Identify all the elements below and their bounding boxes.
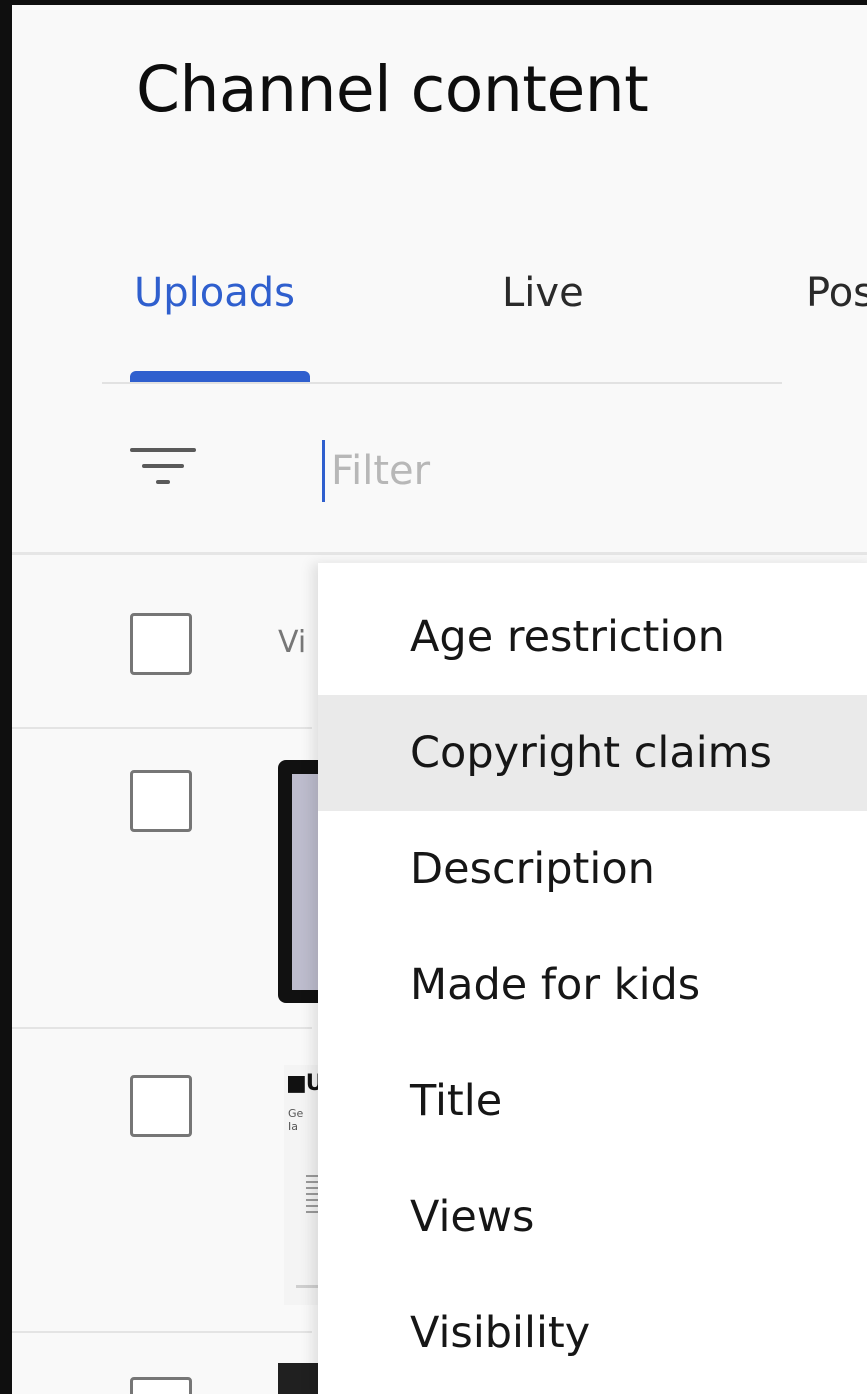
tab-live[interactable]: Live: [502, 270, 584, 316]
row-checkbox[interactable]: [130, 1377, 192, 1394]
row-checkbox[interactable]: [130, 1075, 192, 1137]
row-checkbox[interactable]: [130, 770, 192, 832]
channel-content-page: Channel content Uploads Live Pos Vi ■U G…: [12, 5, 867, 1394]
menu-item-views[interactable]: Views: [318, 1159, 867, 1275]
page-title: Channel content: [136, 53, 649, 126]
select-all-checkbox[interactable]: [130, 613, 192, 675]
menu-item-title[interactable]: Title: [318, 1043, 867, 1159]
filter-divider: [12, 552, 867, 555]
menu-item-age-restriction[interactable]: Age restriction: [318, 579, 867, 695]
filter-bar: [12, 384, 867, 555]
thumbnail-text: Ge Ia: [288, 1107, 304, 1133]
column-header-video: Vi: [278, 625, 307, 660]
tab-posts[interactable]: Pos: [806, 270, 867, 316]
filter-icon[interactable]: [130, 448, 196, 488]
menu-item-visibility[interactable]: Visibility: [318, 1275, 867, 1391]
menu-item-copyright-claims[interactable]: Copyright claims: [318, 695, 867, 811]
filter-options-menu: Age restriction Copyright claims Descrip…: [318, 563, 867, 1394]
row-divider: [12, 1331, 312, 1333]
filter-input[interactable]: [322, 440, 813, 502]
row-divider: [12, 1027, 312, 1029]
tab-uploads[interactable]: Uploads: [134, 270, 295, 316]
menu-item-made-for-kids[interactable]: Made for kids: [318, 927, 867, 1043]
row-divider: [12, 727, 312, 729]
menu-item-description[interactable]: Description: [318, 811, 867, 927]
content-tabs: Uploads Live Pos: [12, 260, 867, 384]
